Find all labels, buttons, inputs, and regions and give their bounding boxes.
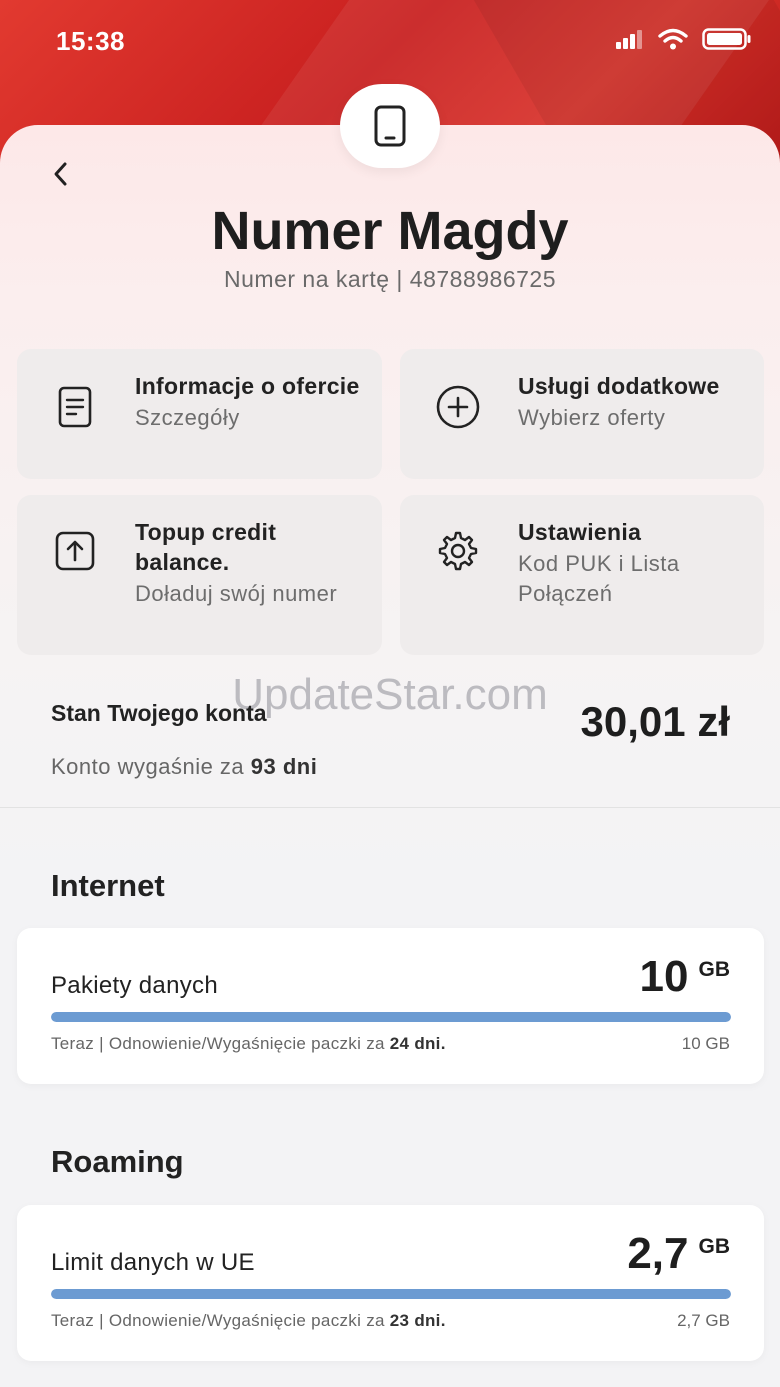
battery-icon	[702, 28, 751, 50]
tile-title: Topup credit balance.	[135, 519, 277, 575]
page-title: Numer Magdy	[211, 201, 569, 261]
tile-offer-info[interactable]: Informacje o ofercie Szczegóły	[17, 349, 382, 479]
status-bar: 15:38	[0, 0, 780, 82]
tile-title: Ustawienia	[518, 519, 642, 545]
expiry-days: 93 dni	[250, 754, 318, 779]
package-value: 10 GB	[640, 952, 730, 1002]
section-title-internet: Internet	[51, 868, 165, 903]
package-value: 2,7 GB	[627, 1229, 730, 1279]
plus-circle-icon	[434, 383, 482, 431]
package-unit: GB	[698, 1235, 731, 1258]
package-amount: 10	[639, 952, 689, 1001]
status-time: 15:38	[56, 26, 125, 56]
roaming-package-card[interactable]: Limit danych w UE 2,7 GB Teraz | Odnowien…	[17, 1205, 764, 1361]
section-divider	[0, 807, 780, 808]
smartphone-icon	[374, 105, 406, 147]
package-renewal: Teraz | Odnowienie/Wygaśnięcie paczki za…	[51, 1311, 446, 1331]
renewal-days: 24 dni.	[389, 1034, 446, 1053]
package-label: Pakiety danych	[51, 972, 218, 999]
tile-additional-services[interactable]: Usługi dodatkowe Wybierz oferty	[400, 349, 764, 479]
phone-badge	[340, 84, 440, 168]
balance-label: Stan Twojego konta	[51, 700, 267, 726]
package-total: 10 GB	[681, 1034, 730, 1053]
usage-bar-fill	[51, 1012, 731, 1022]
chevron-left-icon	[54, 162, 67, 186]
wifi-icon	[658, 28, 688, 50]
tile-title: Informacje o ofercie	[135, 373, 360, 399]
page-subtitle: Numer na kartę | 48788986725	[224, 266, 556, 292]
tile-topup[interactable]: Topup credit balance. Doładuj swój numer	[17, 495, 382, 655]
section-title-roaming: Roaming	[51, 1144, 184, 1179]
tile-description: Doładuj swój numer	[135, 581, 338, 606]
package-amount: 2,7	[627, 1229, 689, 1278]
gear-icon	[434, 527, 482, 575]
renewal-prefix: Teraz | Odnowienie/Wygaśnięcie paczki za	[51, 1311, 390, 1330]
renewal-prefix: Teraz | Odnowienie/Wygaśnięcie paczki za	[51, 1034, 390, 1053]
back-button[interactable]	[44, 158, 76, 190]
tile-settings[interactable]: Ustawienia Kod PUK i Lista Połączeń	[400, 495, 764, 655]
status-icons	[616, 28, 752, 50]
renewal-days: 23 dni.	[389, 1311, 446, 1330]
document-icon	[51, 383, 99, 431]
tile-description: Szczegóły	[135, 405, 240, 430]
package-unit: GB	[698, 958, 731, 981]
balance-value: 30,01 zł	[580, 698, 730, 745]
topup-icon	[51, 527, 99, 575]
package-label: Limit danych w UE	[51, 1249, 255, 1276]
expiry-prefix: Konto wygaśnie za	[51, 754, 251, 779]
usage-bar	[51, 1289, 731, 1299]
account-expiry: Konto wygaśnie za 93 dni	[51, 754, 317, 780]
tile-description: Wybierz oferty	[518, 405, 666, 430]
usage-bar-fill	[51, 1289, 731, 1299]
usage-bar	[51, 1012, 731, 1022]
tile-description: Kod PUK i Lista Połączeń	[518, 551, 680, 606]
package-total: 2,7 GB	[677, 1311, 730, 1330]
package-renewal: Teraz | Odnowienie/Wygaśnięcie paczki za…	[51, 1034, 446, 1054]
signal-icon	[616, 30, 642, 49]
tile-title: Usługi dodatkowe	[518, 373, 720, 399]
internet-package-card[interactable]: Pakiety danych 10 GB Teraz | Odnowienie/W…	[17, 928, 764, 1084]
